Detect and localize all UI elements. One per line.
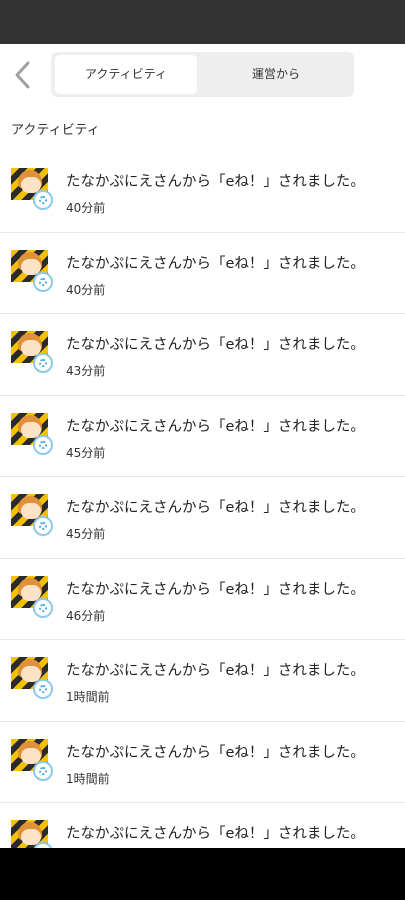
avatar bbox=[11, 657, 53, 699]
like-badge-icon bbox=[33, 271, 53, 292]
notification-message: たなかぷにえさんから「eね！」されました。 bbox=[66, 255, 365, 272]
notification-message: たなかぷにえさんから「eね！」されました。 bbox=[66, 174, 365, 190]
notification-item[interactable]: たなかぷにえさんから「eね！」されました。 45分前 bbox=[0, 396, 405, 477]
notification-time: 43分前 bbox=[66, 364, 106, 378]
notification-item[interactable]: たなかぷにえさんから「eね！」されました。 46分前 bbox=[0, 559, 405, 640]
notification-time: 45分前 bbox=[66, 445, 106, 460]
notification-time: 45分前 bbox=[66, 527, 106, 541]
notification-time: 1時間前 bbox=[66, 771, 110, 786]
notification-time: 40分前 bbox=[66, 201, 106, 215]
notification-message: たなかぷにえさんから「eね！」されました。 bbox=[66, 663, 365, 679]
avatar bbox=[11, 331, 53, 373]
notification-message: たなかぷにえさんから「eね！」されました。 bbox=[66, 337, 365, 353]
back-button[interactable] bbox=[8, 58, 38, 92]
chevron-left-icon bbox=[15, 61, 30, 89]
notification-time: 46分前 bbox=[66, 608, 106, 623]
like-badge-icon bbox=[33, 760, 53, 781]
like-badge-icon bbox=[33, 597, 53, 618]
avatar bbox=[11, 412, 53, 455]
notification-message: たなかぷにえさんから「eね！」されました。 bbox=[66, 500, 365, 516]
avatar bbox=[11, 494, 53, 536]
segmented-control: アクティビティ 運営から bbox=[51, 52, 354, 97]
system-navigation-bar bbox=[0, 848, 405, 900]
notification-item[interactable]: たなかぷにえさんから「eね！」されました。 bbox=[0, 803, 405, 848]
notification-message: たなかぷにえさんから「eね！」されました。 bbox=[66, 744, 365, 761]
like-badge-icon bbox=[33, 516, 53, 536]
notification-item[interactable]: たなかぷにえさんから「eね！」されました。 40分前 bbox=[0, 151, 405, 233]
avatar bbox=[11, 738, 53, 781]
like-badge-icon bbox=[33, 353, 53, 373]
notification-item[interactable]: たなかぷにえさんから「eね！」されました。 43分前 bbox=[0, 314, 405, 396]
like-badge-icon bbox=[33, 190, 53, 210]
notification-item[interactable]: たなかぷにえさんから「eね！」されました。 45分前 bbox=[0, 477, 405, 559]
tab-activity[interactable]: アクティビティ bbox=[55, 55, 197, 94]
notification-list: たなかぷにえさんから「eね！」されました。 40分前 たなかぷにえさんから「eね… bbox=[0, 151, 405, 848]
section-title: アクティビティ bbox=[11, 123, 100, 138]
avatar bbox=[11, 820, 53, 848]
notification-item[interactable]: たなかぷにえさんから「eね！」されました。 1時間前 bbox=[0, 722, 405, 803]
avatar bbox=[11, 575, 53, 618]
notification-time: 40分前 bbox=[66, 282, 106, 297]
like-badge-icon bbox=[33, 434, 53, 455]
status-bar bbox=[0, 0, 405, 44]
top-bar: アクティビティ 運営から bbox=[0, 44, 405, 106]
notification-message: たなかぷにえさんから「eね！」されました。 bbox=[66, 581, 365, 598]
avatar bbox=[11, 168, 53, 210]
notification-message: たなかぷにえさんから「eね！」されました。 bbox=[66, 418, 365, 435]
notification-item[interactable]: たなかぷにえさんから「eね！」されました。 40分前 bbox=[0, 233, 405, 314]
like-badge-icon bbox=[33, 679, 53, 699]
notification-message: たなかぷにえさんから「eね！」されました。 bbox=[66, 826, 365, 842]
notification-time: 1時間前 bbox=[66, 690, 110, 704]
notification-item[interactable]: たなかぷにえさんから「eね！」されました。 1時間前 bbox=[0, 640, 405, 722]
tab-from-operations[interactable]: 運営から bbox=[201, 55, 351, 94]
avatar bbox=[11, 249, 53, 292]
